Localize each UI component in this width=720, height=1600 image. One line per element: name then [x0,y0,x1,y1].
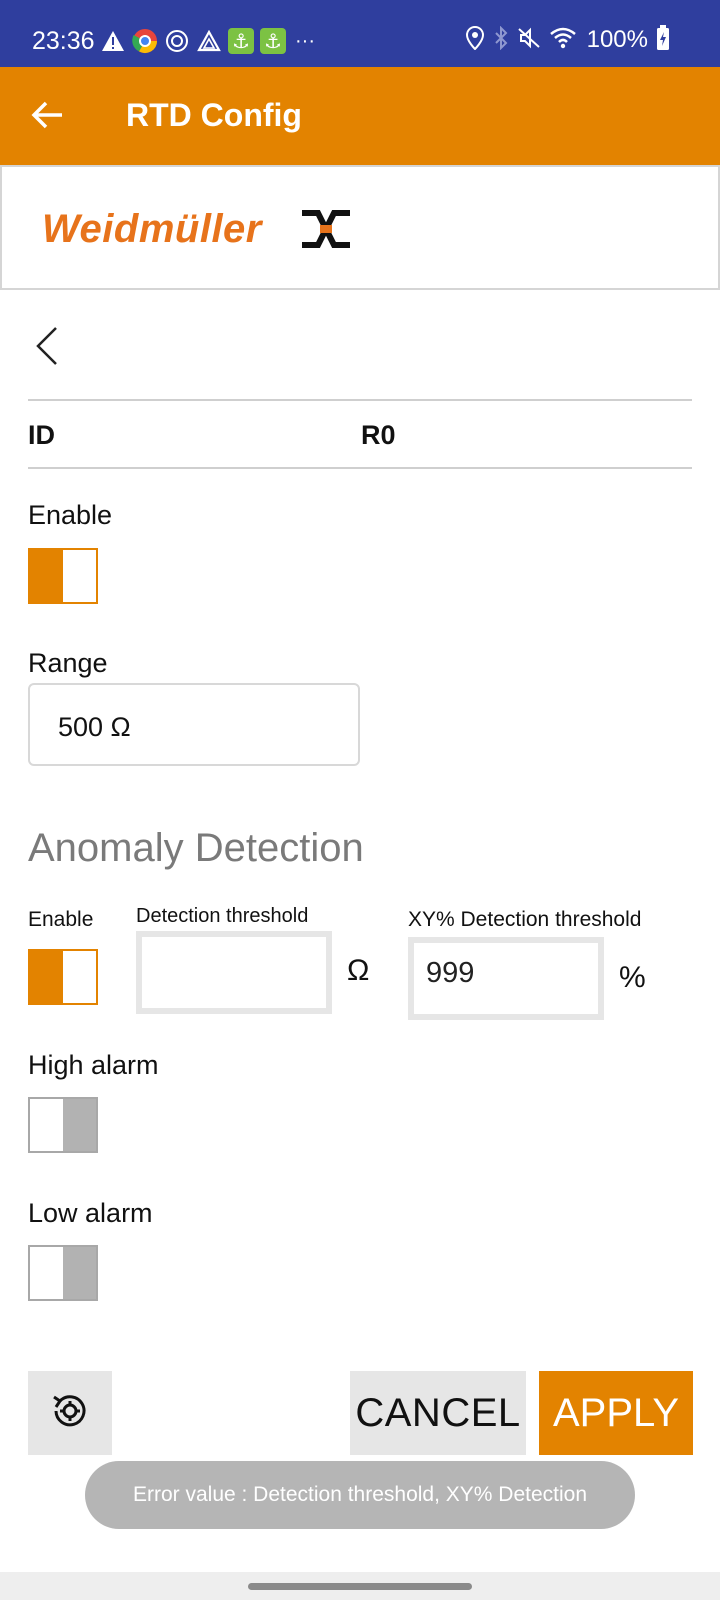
low-alarm-label: Low alarm [28,1198,153,1228]
bluetooth-icon [493,25,509,55]
arrow-left-icon[interactable] [30,97,66,133]
high-alarm-toggle[interactable] [28,1097,98,1153]
status-time: 23:36 [32,27,95,55]
ohm-unit: Ω [347,954,370,987]
cancel-button[interactable]: CANCEL [350,1371,526,1455]
high-alarm-label: High alarm [28,1050,159,1080]
wifi-icon [549,27,577,54]
id-value: R0 [361,420,396,450]
drive-icon [196,28,222,54]
chevron-left-icon[interactable] [32,325,62,367]
range-select[interactable]: 500 Ω [28,683,360,766]
home-handle[interactable] [248,1583,472,1590]
enable-label: Enable [28,500,113,530]
detection-threshold-input[interactable] [136,931,332,1014]
vpn-icon [164,28,190,54]
page-title: RTD Config [126,97,302,133]
logo-banner: Weidmüller [0,165,720,290]
section-title: Anomaly Detection [28,826,364,870]
mute-icon [517,26,541,55]
anomaly-enable-label: Enable [28,908,94,931]
anchor-icon: ⚓ [228,28,254,54]
warning-icon [100,28,126,54]
reset-settings-icon [48,1389,92,1438]
brand-logo-text: Weidmüller [42,207,262,251]
range-label: Range [28,648,108,678]
low-alarm-toggle[interactable] [28,1245,98,1301]
more-icon: ··· [295,29,315,52]
status-left-icons: ⚓ ⚓ ··· [100,26,318,56]
app-bar: RTD Config [0,67,720,165]
anchor-icon: ⚓ [260,28,286,54]
chrome-icon [132,28,158,54]
error-toast: Error value : Detection threshold, XY% D… [85,1461,635,1529]
reset-button[interactable] [28,1371,112,1455]
battery-icon [656,24,670,56]
anomaly-enable-toggle[interactable] [28,949,98,1005]
location-icon [465,25,485,55]
divider [28,467,692,469]
status-bar: 23:36 ⚓ ⚓ ··· 100% [0,0,720,67]
brand-logo-icon [300,205,352,253]
battery-text: 100% [586,26,648,53]
xy-threshold-input[interactable]: 999 [408,937,604,1020]
xy-threshold-label: XY% Detection threshold [408,908,642,931]
enable-toggle[interactable] [28,548,98,604]
navigation-bar [0,1572,720,1600]
id-label: ID [28,420,55,450]
detection-threshold-label: Detection threshold [136,905,309,927]
percent-unit: % [619,961,646,994]
divider [28,399,692,401]
apply-button[interactable]: APPLY [539,1371,693,1455]
status-right-icons: 100% [465,24,670,56]
